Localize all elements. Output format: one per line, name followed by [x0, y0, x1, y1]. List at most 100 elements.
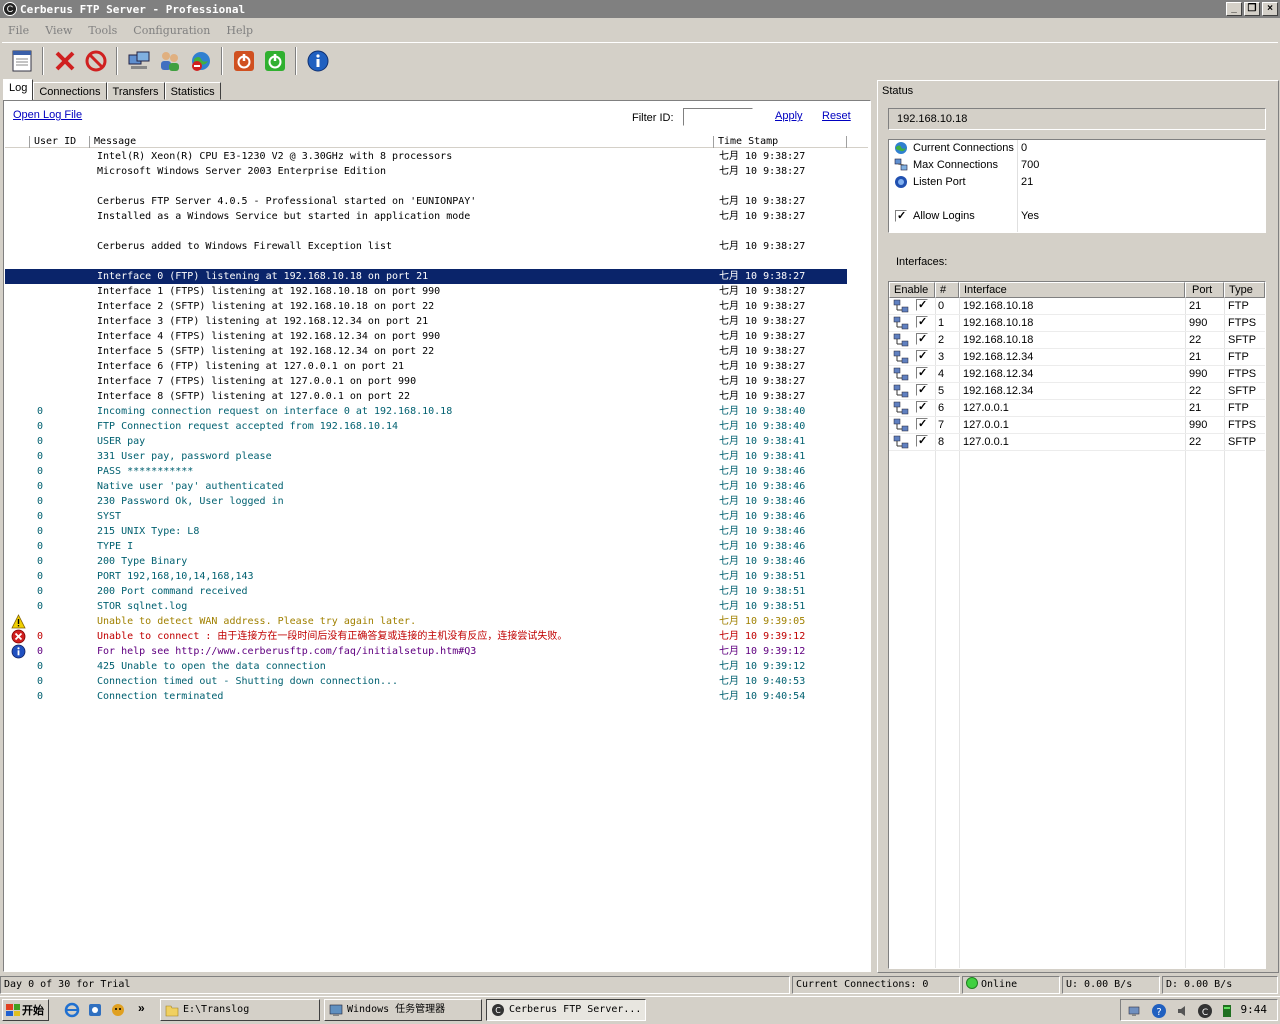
info-icon[interactable]: [302, 45, 333, 76]
log-row[interactable]: 0 PASS *********** 七月 10 9:38:46: [5, 464, 847, 479]
log-row[interactable]: 0 200 Type Binary 七月 10 9:38:46: [5, 554, 847, 569]
interface-row[interactable]: 5 192.168.12.34 22 SFTP: [889, 382, 1265, 400]
minimize-button[interactable]: _: [1226, 2, 1242, 16]
log-row[interactable]: 0 USER pay 七月 10 9:38:41: [5, 434, 847, 449]
tab-statistics[interactable]: Statistics: [164, 82, 221, 100]
interface-row[interactable]: 6 127.0.0.1 21 FTP: [889, 399, 1265, 417]
log-row[interactable]: Cerberus FTP Server 4.0.5 - Professional…: [5, 194, 847, 209]
menu-tools[interactable]: Tools: [88, 24, 117, 37]
log-row[interactable]: Microsoft Windows Server 2003 Enterprise…: [5, 164, 847, 179]
filter-id-input[interactable]: [683, 108, 753, 126]
log-row[interactable]: Interface 3 (FTP) listening at 192.168.1…: [5, 314, 847, 329]
task-translog[interactable]: E:\Translog: [160, 999, 320, 1021]
log-row[interactable]: 0 Incoming connection request on interfac…: [5, 404, 847, 419]
interface-row[interactable]: 0 192.168.10.18 21 FTP: [889, 297, 1265, 315]
log-row[interactable]: 0 TYPE I 七月 10 9:38:46: [5, 539, 847, 554]
interface-enable-checkbox[interactable]: [916, 416, 928, 433]
stop-icon[interactable]: [80, 45, 111, 76]
apply-link[interactable]: Apply: [775, 110, 803, 122]
clock[interactable]: 9:44: [1241, 1003, 1268, 1016]
globe-block-icon[interactable]: [185, 45, 216, 76]
ie-icon[interactable]: [64, 1002, 80, 1018]
log-row[interactable]: 0 Unable to connect : 由于连接方在一段时间后没有正确答复或连…: [5, 629, 847, 644]
column-message[interactable]: Message: [89, 136, 713, 148]
log-row[interactable]: 0 For help see http://www.cerberusftp.com…: [5, 644, 847, 659]
delete-icon[interactable]: [49, 45, 80, 76]
menu-file[interactable]: File: [8, 24, 29, 37]
power-off-icon[interactable]: [228, 45, 259, 76]
interface-row[interactable]: 1 192.168.10.18 990 FTPS: [889, 314, 1265, 332]
menu-configuration[interactable]: Configuration: [133, 24, 210, 37]
log-row[interactable]: Intel(R) Xeon(R) CPU E3-1230 V2 @ 3.30GH…: [5, 149, 847, 164]
allow-logins-checkbox[interactable]: [895, 208, 907, 225]
interface-row[interactable]: 7 127.0.0.1 990 FTPS: [889, 416, 1265, 434]
column-type[interactable]: Type: [1224, 282, 1265, 298]
log-row[interactable]: 0 STOR sqlnet.log 七月 10 9:38:51: [5, 599, 847, 614]
server-tray-icon[interactable]: [1219, 1003, 1235, 1019]
speaker-tray-icon[interactable]: [1175, 1003, 1191, 1019]
log-row[interactable]: 0 Native user 'pay' authenticated 七月 10 9:…: [5, 479, 847, 494]
log-row[interactable]: 0 SYST 七月 10 9:38:46: [5, 509, 847, 524]
users-icon[interactable]: [154, 45, 185, 76]
cerberus-tray-icon[interactable]: C: [1197, 1003, 1213, 1019]
log-row[interactable]: Cerberus added to Windows Firewall Excep…: [5, 239, 847, 254]
outlook-icon[interactable]: [87, 1002, 103, 1018]
log-row[interactable]: Interface 6 (FTP) listening at 127.0.0.1…: [5, 359, 847, 374]
log-row[interactable]: Interface 7 (FTPS) listening at 127.0.0.…: [5, 374, 847, 389]
interface-row[interactable]: 8 127.0.0.1 22 SFTP: [889, 433, 1265, 451]
log-row[interactable]: 0 230 Password Ok, User logged in 七月 10 9:…: [5, 494, 847, 509]
log-row[interactable]: Interface 0 (FTP) listening at 192.168.1…: [5, 269, 847, 284]
column-number[interactable]: #: [935, 282, 959, 298]
interface-enable-checkbox[interactable]: [916, 314, 928, 331]
interface-enable-checkbox[interactable]: [916, 331, 928, 348]
menu-view[interactable]: View: [45, 24, 72, 37]
network-tray-icon[interactable]: [1127, 1003, 1143, 1019]
tab-connections[interactable]: Connections: [33, 82, 107, 100]
log-row[interactable]: 0 331 User pay, password please 七月 10 9:38…: [5, 449, 847, 464]
log-row[interactable]: Unable to detect WAN address. Please try…: [5, 614, 847, 629]
log-row[interactable]: Installed as a Windows Service but start…: [5, 209, 847, 224]
interface-row[interactable]: 3 192.168.12.34 21 FTP: [889, 348, 1265, 366]
quick-launch-more-icon[interactable]: »: [138, 1001, 145, 1015]
log-row[interactable]: Interface 2 (SFTP) listening at 192.168.…: [5, 299, 847, 314]
menu-help[interactable]: Help: [226, 24, 253, 37]
close-button[interactable]: ×: [1262, 2, 1278, 16]
task-task-manager[interactable]: Windows 任务管理器: [324, 999, 482, 1021]
column-interface[interactable]: Interface: [959, 282, 1185, 298]
log-row[interactable]: Interface 8 (SFTP) listening at 127.0.0.…: [5, 389, 847, 404]
column-enable[interactable]: Enable: [889, 282, 935, 298]
interface-enable-checkbox[interactable]: [916, 399, 928, 416]
power-on-icon[interactable]: [259, 45, 290, 76]
column-port[interactable]: Port: [1185, 282, 1224, 298]
interface-row[interactable]: 4 192.168.12.34 990 FTPS: [889, 365, 1265, 383]
log-row[interactable]: Interface 1 (FTPS) listening at 192.168.…: [5, 284, 847, 299]
interface-enable-checkbox[interactable]: [916, 297, 928, 314]
help-tray-icon[interactable]: ?: [1151, 1003, 1167, 1019]
task-cerberus[interactable]: C Cerberus FTP Server...: [486, 999, 646, 1021]
tab-log[interactable]: Log: [3, 79, 34, 100]
tab-transfers[interactable]: Transfers: [106, 82, 165, 100]
open-log-file-link[interactable]: Open Log File: [13, 109, 82, 121]
restore-button[interactable]: ❐: [1244, 2, 1260, 16]
start-button[interactable]: 开始: [2, 999, 49, 1021]
computers-icon[interactable]: [123, 45, 154, 76]
interface-enable-checkbox[interactable]: [916, 382, 928, 399]
column-user-id[interactable]: User ID: [29, 136, 89, 148]
log-row[interactable]: Interface 4 (FTPS) listening at 192.168.…: [5, 329, 847, 344]
interface-row[interactable]: 2 192.168.10.18 22 SFTP: [889, 331, 1265, 349]
notepad-icon[interactable]: [6, 45, 37, 76]
cerberus-app-icon[interactable]: C: [3, 2, 17, 16]
interface-enable-checkbox[interactable]: [916, 365, 928, 382]
log-row[interactable]: 0 200 Port command received 七月 10 9:38:51: [5, 584, 847, 599]
interface-enable-checkbox[interactable]: [916, 348, 928, 365]
log-row[interactable]: 0 Connection timed out - Shutting down co…: [5, 674, 847, 689]
log-row[interactable]: 0 425 Unable to open the data connection 七…: [5, 659, 847, 674]
interface-enable-checkbox[interactable]: [916, 433, 928, 450]
log-row[interactable]: 0 PORT 192,168,10,14,168,143 七月 10 9:38:51: [5, 569, 847, 584]
media-icon[interactable]: [110, 1002, 126, 1018]
column-time-stamp[interactable]: Time Stamp: [713, 136, 847, 148]
log-row[interactable]: Interface 5 (SFTP) listening at 192.168.…: [5, 344, 847, 359]
log-row[interactable]: 0 215 UNIX Type: L8 七月 10 9:38:46: [5, 524, 847, 539]
log-row[interactable]: 0 FTP Connection request accepted from 19…: [5, 419, 847, 434]
reset-link[interactable]: Reset: [822, 110, 851, 122]
